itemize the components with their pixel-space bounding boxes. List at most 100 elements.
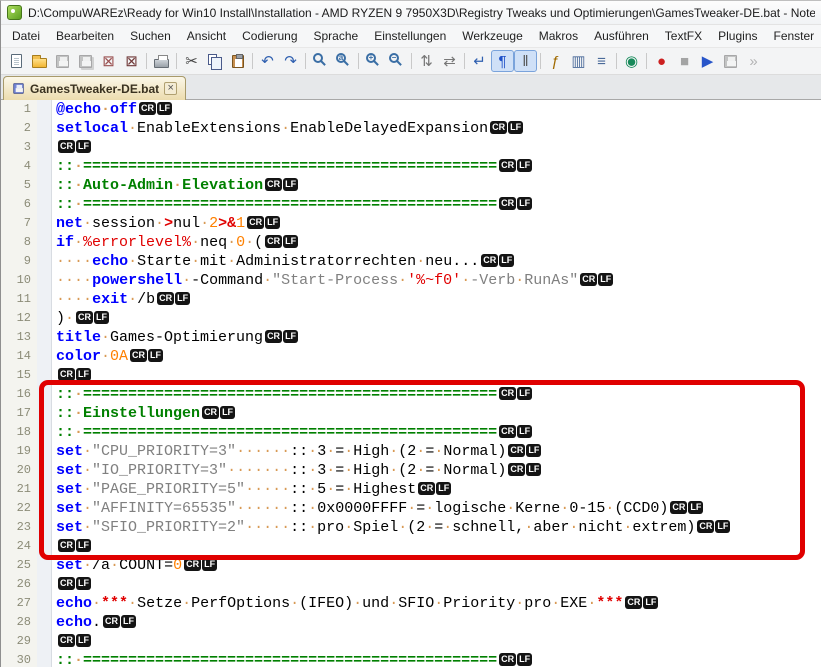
bookmark-margin[interactable] [37, 195, 52, 214]
menu-item-fenster[interactable]: Fenster [766, 26, 821, 46]
code-line[interactable]: 9····echo·Starte·mit·Administratorrechte… [1, 252, 821, 271]
code-line[interactable]: 16::·===================================… [1, 385, 821, 404]
code-line[interactable]: 12)·CRLF [1, 309, 821, 328]
code-line[interactable]: 18::·===================================… [1, 423, 821, 442]
bookmark-margin[interactable] [37, 328, 52, 347]
bookmark-margin[interactable] [37, 537, 52, 556]
macro-play-icon[interactable]: ▶ [696, 50, 719, 72]
word-wrap-icon[interactable]: ↵ [468, 50, 491, 72]
editor[interactable]: 1@echo·offCRLF2setlocal·EnableExtensions… [1, 100, 821, 667]
bookmark-margin[interactable] [37, 613, 52, 632]
code-line[interactable]: 8if·%errorlevel%·neq·0·(CRLF [1, 233, 821, 252]
paste-icon[interactable] [226, 50, 249, 72]
zoom-in-icon[interactable]: + [362, 50, 385, 72]
save-icon[interactable] [51, 50, 74, 72]
indent-guide-icon[interactable]: ‖ [514, 50, 537, 72]
bookmark-margin[interactable] [37, 594, 52, 613]
tab-close-icon[interactable]: × [164, 82, 177, 95]
code-line[interactable]: 11····exit·/bCRLF [1, 290, 821, 309]
code-line[interactable]: 19set·"CPU_PRIORITY=3"······::·3·=·High·… [1, 442, 821, 461]
macro-save-icon[interactable] [719, 50, 742, 72]
find-icon[interactable] [309, 50, 332, 72]
macro-stop-icon[interactable]: ■ [673, 50, 696, 72]
show-all-characters-icon[interactable]: ¶ [491, 50, 514, 72]
replace-icon[interactable]: a [332, 50, 355, 72]
macro-record-icon[interactable]: ● [650, 50, 673, 72]
code-line[interactable]: 17::·EinstellungenCRLF [1, 404, 821, 423]
copy-icon[interactable] [203, 50, 226, 72]
bookmark-margin[interactable] [37, 138, 52, 157]
code-line[interactable]: 21set·"PAGE_PRIORITY=5"·····::·5·=·Highe… [1, 480, 821, 499]
bookmark-margin[interactable] [37, 119, 52, 138]
bookmark-margin[interactable] [37, 252, 52, 271]
bookmark-margin[interactable] [37, 556, 52, 575]
code-line[interactable]: 13title·Games-OptimierungCRLF [1, 328, 821, 347]
bookmark-margin[interactable] [37, 309, 52, 328]
code-line[interactable]: 2setlocal·EnableExtensions·EnableDelayed… [1, 119, 821, 138]
menu-item-ansicht[interactable]: Ansicht [179, 26, 234, 46]
bookmark-margin[interactable] [37, 575, 52, 594]
document-map-icon[interactable]: ▥ [567, 50, 590, 72]
code-line[interactable]: 27echo·***·Setze·PerfOptions·(IFEO)·und·… [1, 594, 821, 613]
bookmark-margin[interactable] [37, 347, 52, 366]
code-line[interactable]: 29CRLF [1, 632, 821, 651]
code-line[interactable]: 22set·"AFFINITY=65535"······::·0x0000FFF… [1, 499, 821, 518]
print-icon[interactable] [150, 50, 173, 72]
code-line[interactable]: 1@echo·offCRLF [1, 100, 821, 119]
menu-item-ausführen[interactable]: Ausführen [586, 26, 657, 46]
macro-run-multiple-icon[interactable]: » [742, 50, 765, 72]
close-all-icon[interactable]: ⊠ [120, 50, 143, 72]
close-file-icon[interactable]: ⊠ [97, 50, 120, 72]
menu-item-sprache[interactable]: Sprache [306, 26, 367, 46]
code-line[interactable]: 3CRLF [1, 138, 821, 157]
menu-item-einstellungen[interactable]: Einstellungen [366, 26, 454, 46]
code-line[interactable]: 10····powershell·-Command·"Start-Process… [1, 271, 821, 290]
code-line[interactable]: 15CRLF [1, 366, 821, 385]
bookmark-margin[interactable] [37, 214, 52, 233]
menu-item-plugins[interactable]: Plugins [710, 26, 765, 46]
menu-item-werkzeuge[interactable]: Werkzeuge [454, 26, 530, 46]
bookmark-margin[interactable] [37, 157, 52, 176]
bookmark-margin[interactable] [37, 271, 52, 290]
undo-icon[interactable]: ↶ [256, 50, 279, 72]
code-line[interactable]: 14color·0ACRLF [1, 347, 821, 366]
bookmark-margin[interactable] [37, 176, 52, 195]
bookmark-margin[interactable] [37, 366, 52, 385]
code-line[interactable]: 20set·"IO_PRIORITY=3"·······::·3·=·High·… [1, 461, 821, 480]
document-list-icon[interactable]: ≡ [590, 50, 613, 72]
bookmark-margin[interactable] [37, 233, 52, 252]
tab-gamestweaker-de-bat[interactable]: GamesTweaker-DE.bat × [3, 76, 186, 100]
bookmark-margin[interactable] [37, 100, 52, 119]
code-line[interactable]: 24CRLF [1, 537, 821, 556]
menu-item-bearbeiten[interactable]: Bearbeiten [48, 26, 122, 46]
menu-item-makros[interactable]: Makros [531, 26, 586, 46]
bookmark-margin[interactable] [37, 442, 52, 461]
bookmark-margin[interactable] [37, 499, 52, 518]
new-file-icon[interactable] [5, 50, 28, 72]
code-line[interactable]: 30::·===================================… [1, 651, 821, 667]
open-file-icon[interactable] [28, 50, 51, 72]
code-line[interactable]: 4::·====================================… [1, 157, 821, 176]
code-line[interactable]: 7net·session·>nul·2>&1CRLF [1, 214, 821, 233]
code-line[interactable]: 25set·/a·COUNT=0CRLF [1, 556, 821, 575]
save-all-icon[interactable] [74, 50, 97, 72]
redo-icon[interactable]: ↷ [279, 50, 302, 72]
code-line[interactable]: 23set·"SFIO_PRIORITY=2"·····::·pro·Spiel… [1, 518, 821, 537]
bookmark-margin[interactable] [37, 480, 52, 499]
bookmark-margin[interactable] [37, 651, 52, 667]
sync-vertical-icon[interactable]: ⇅ [415, 50, 438, 72]
menu-item-textfx[interactable]: TextFX [657, 26, 710, 46]
sync-horizontal-icon[interactable]: ⇄ [438, 50, 461, 72]
cut-icon[interactable]: ✂ [180, 50, 203, 72]
bookmark-margin[interactable] [37, 632, 52, 651]
title-bar[interactable]: D:\CompuWAREz\Ready for Win10 Install\In… [1, 1, 821, 25]
bookmark-margin[interactable] [37, 423, 52, 442]
code-line[interactable]: 6::·====================================… [1, 195, 821, 214]
menu-item-datei[interactable]: Datei [4, 26, 48, 46]
zoom-out-icon[interactable]: − [385, 50, 408, 72]
bookmark-margin[interactable] [37, 290, 52, 309]
code-line[interactable]: 26CRLF [1, 575, 821, 594]
code-line[interactable]: 5::·Auto-Admin·ElevationCRLF [1, 176, 821, 195]
bookmark-margin[interactable] [37, 385, 52, 404]
menu-item-codierung[interactable]: Codierung [234, 26, 305, 46]
